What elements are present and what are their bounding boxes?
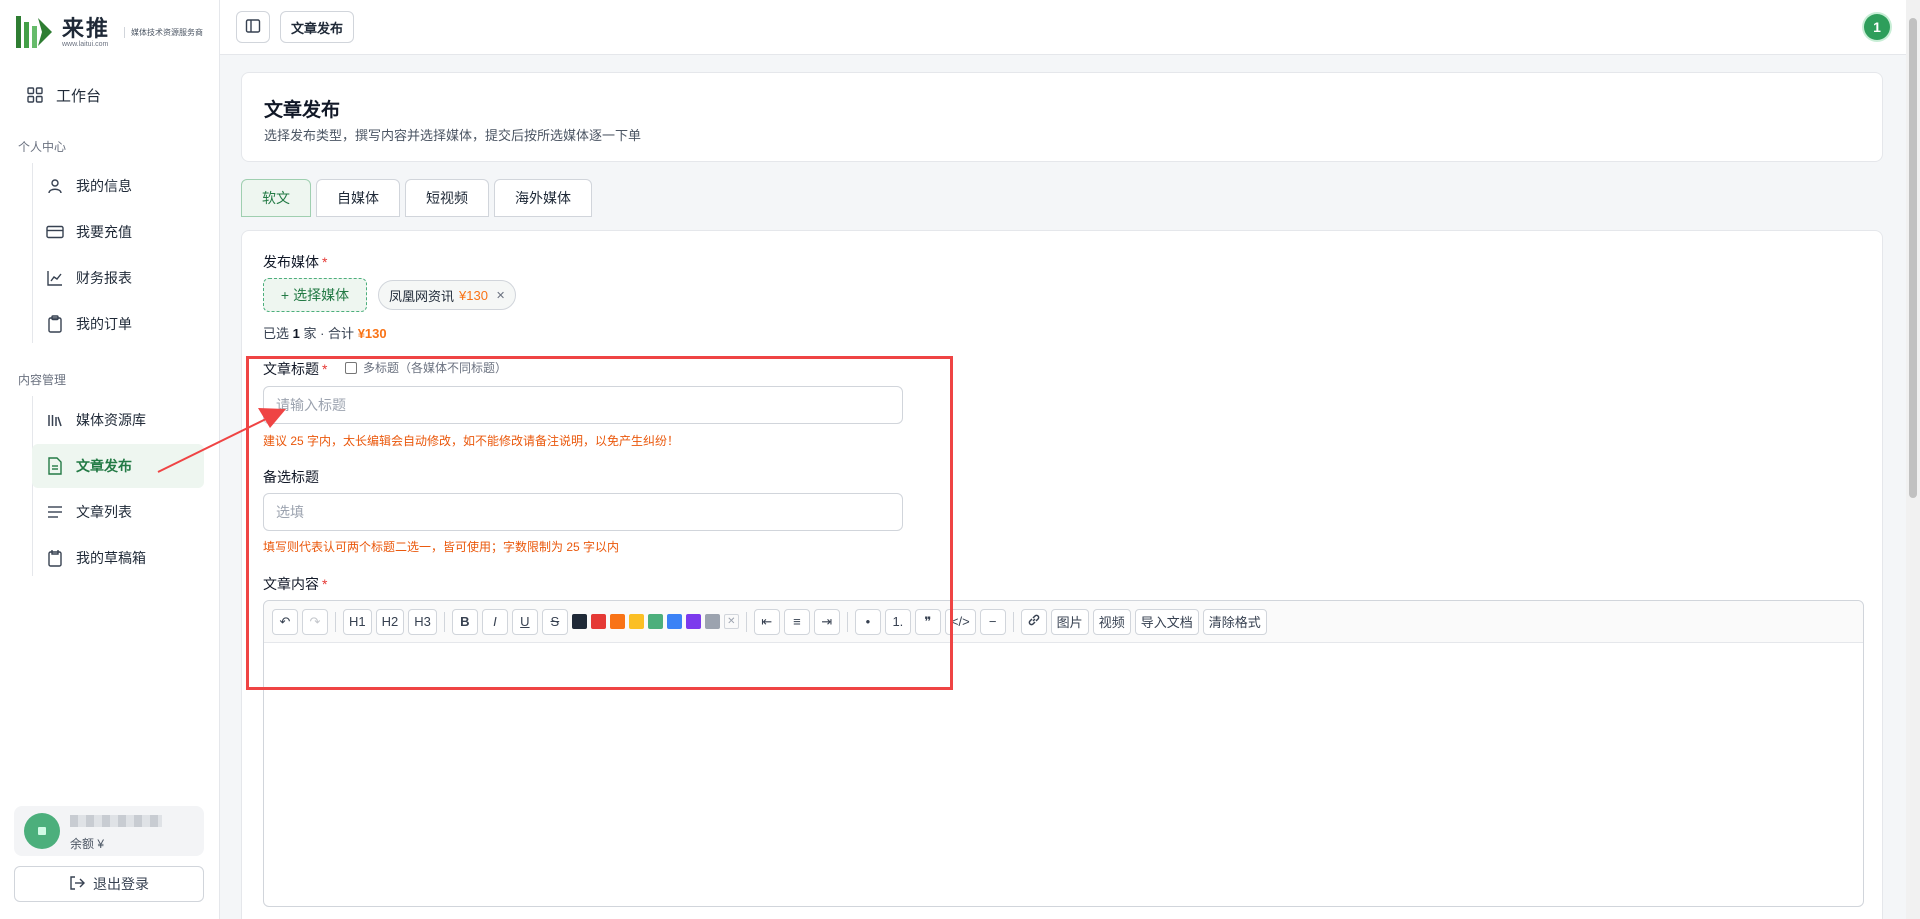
link-icon [1027,613,1041,630]
code-icon: </> [950,614,970,629]
section-title-personal: 个人中心 [18,140,67,154]
sidebar-item-label: 财务报表 [76,270,132,286]
logout-button[interactable]: 退出登录 [14,866,204,902]
insert-video-button[interactable]: 视频 [1092,608,1131,635]
sidebar-toggle-button[interactable] [236,11,270,43]
avatar [24,813,60,849]
brand-logo[interactable]: 来推 www.laitui.com 媒体技术资源服务商 [14,10,203,54]
notification-badge[interactable]: 1 [1864,14,1890,40]
close-icon[interactable]: ✕ [496,289,505,302]
credit-card-icon [46,223,64,241]
selected-media-tag: 凤凰网资讯 ¥130 ✕ [378,280,517,310]
insert-image-button[interactable]: 图片 [1050,608,1089,635]
sidebar-item-label: 我的信息 [76,178,132,194]
sidebar-item-orders[interactable]: 我的订单 [32,302,204,346]
brand-name: 来推 [62,15,111,41]
sidebar-item-label: 我的订单 [76,316,132,332]
media-label: 发布媒体 * [263,254,328,270]
sidebar-item-media-library[interactable]: 媒体资源库 [32,398,204,442]
logout-icon [69,875,85,894]
sidebar-item-label: 工作台 [56,87,102,105]
sidebar-item-finance[interactable]: 财务报表 [32,256,204,300]
page-description: 选择发布类型，撰写内容并选择媒体，提交后按所选媒体逐一下单 [264,128,642,143]
user-icon [46,177,64,195]
horizontal-rule-icon: − [988,614,997,629]
grid-icon [26,86,44,104]
user-balance: 余额 ¥ [70,837,105,851]
line-chart-icon [46,269,64,287]
logout-label: 退出登录 [93,876,149,892]
page-scrollbar[interactable] [1906,0,1920,919]
user-card[interactable]: 余额 ¥ [14,806,204,856]
brand-slogan: 媒体技术资源服务商 [124,26,203,38]
import-document-button[interactable]: 导入文档 [1134,608,1199,635]
sidebar-toggle-icon [245,18,261,37]
link-button[interactable] [1020,608,1047,635]
sidebar-item-article-list[interactable]: 文章列表 [32,490,204,534]
sidebar-item-label: 文章发布 [76,458,132,474]
sidebar-item-recharge[interactable]: 我要充值 [32,210,204,254]
sidebar-item-my-info[interactable]: 我的信息 [32,164,204,208]
sidebar-item-label: 我要充值 [76,224,132,240]
toolbar-separator [1012,611,1014,632]
sidebar: 来推 www.laitui.com 媒体技术资源服务商 工作台 个人中心 我的信… [0,0,220,919]
clear-format-button[interactable]: 清除格式 [1202,608,1267,635]
annotation-highlight-box [246,356,953,690]
sidebar-item-label: 媒体资源库 [76,412,146,428]
library-icon [46,411,64,429]
sidebar-item-workbench[interactable]: 工作台 [14,73,186,117]
select-media-button[interactable]: + 选择媒体 [263,278,367,312]
media-name: 凤凰网资讯 [389,288,455,304]
page-header-card: 文章发布 选择发布类型，撰写内容并选择媒体，提交后按所选媒体逐一下单 [241,72,1883,162]
selection-summary: 已选 1 家 · 合计 ¥130 [263,326,387,341]
sidebar-item-drafts[interactable]: 我的草稿箱 [32,536,204,580]
logo-mark-icon [14,12,54,52]
tab-soft-article[interactable]: 软文 [241,179,311,217]
topbar: 文章发布 1 [220,0,1920,55]
clipboard-icon [46,315,64,333]
sidebar-item-label: 我的草稿箱 [76,550,146,566]
brand-url: www.laitui.com [62,40,109,48]
list-icon [46,503,64,521]
plus-icon: + [280,287,290,303]
scrollbar-thumb[interactable] [1909,18,1917,498]
publish-type-tabs: 软文 自媒体 短视频 海外媒体 [241,179,592,217]
breadcrumb[interactable]: 文章发布 [280,11,355,43]
sidebar-item-article-publish[interactable]: 文章发布 [32,444,204,488]
tab-self-media[interactable]: 自媒体 [316,179,400,217]
page-title: 文章发布 [264,100,341,121]
tab-short-video[interactable]: 短视频 [405,179,489,217]
section-title-content: 内容管理 [18,373,67,387]
sidebar-item-label: 文章列表 [76,504,132,520]
tab-overseas-media[interactable]: 海外媒体 [494,179,592,217]
document-icon [46,457,64,475]
media-price: ¥130 [459,287,488,303]
horizontal-rule-button[interactable]: − [979,608,1006,635]
draft-icon [46,549,64,567]
user-name-redacted [70,815,162,827]
